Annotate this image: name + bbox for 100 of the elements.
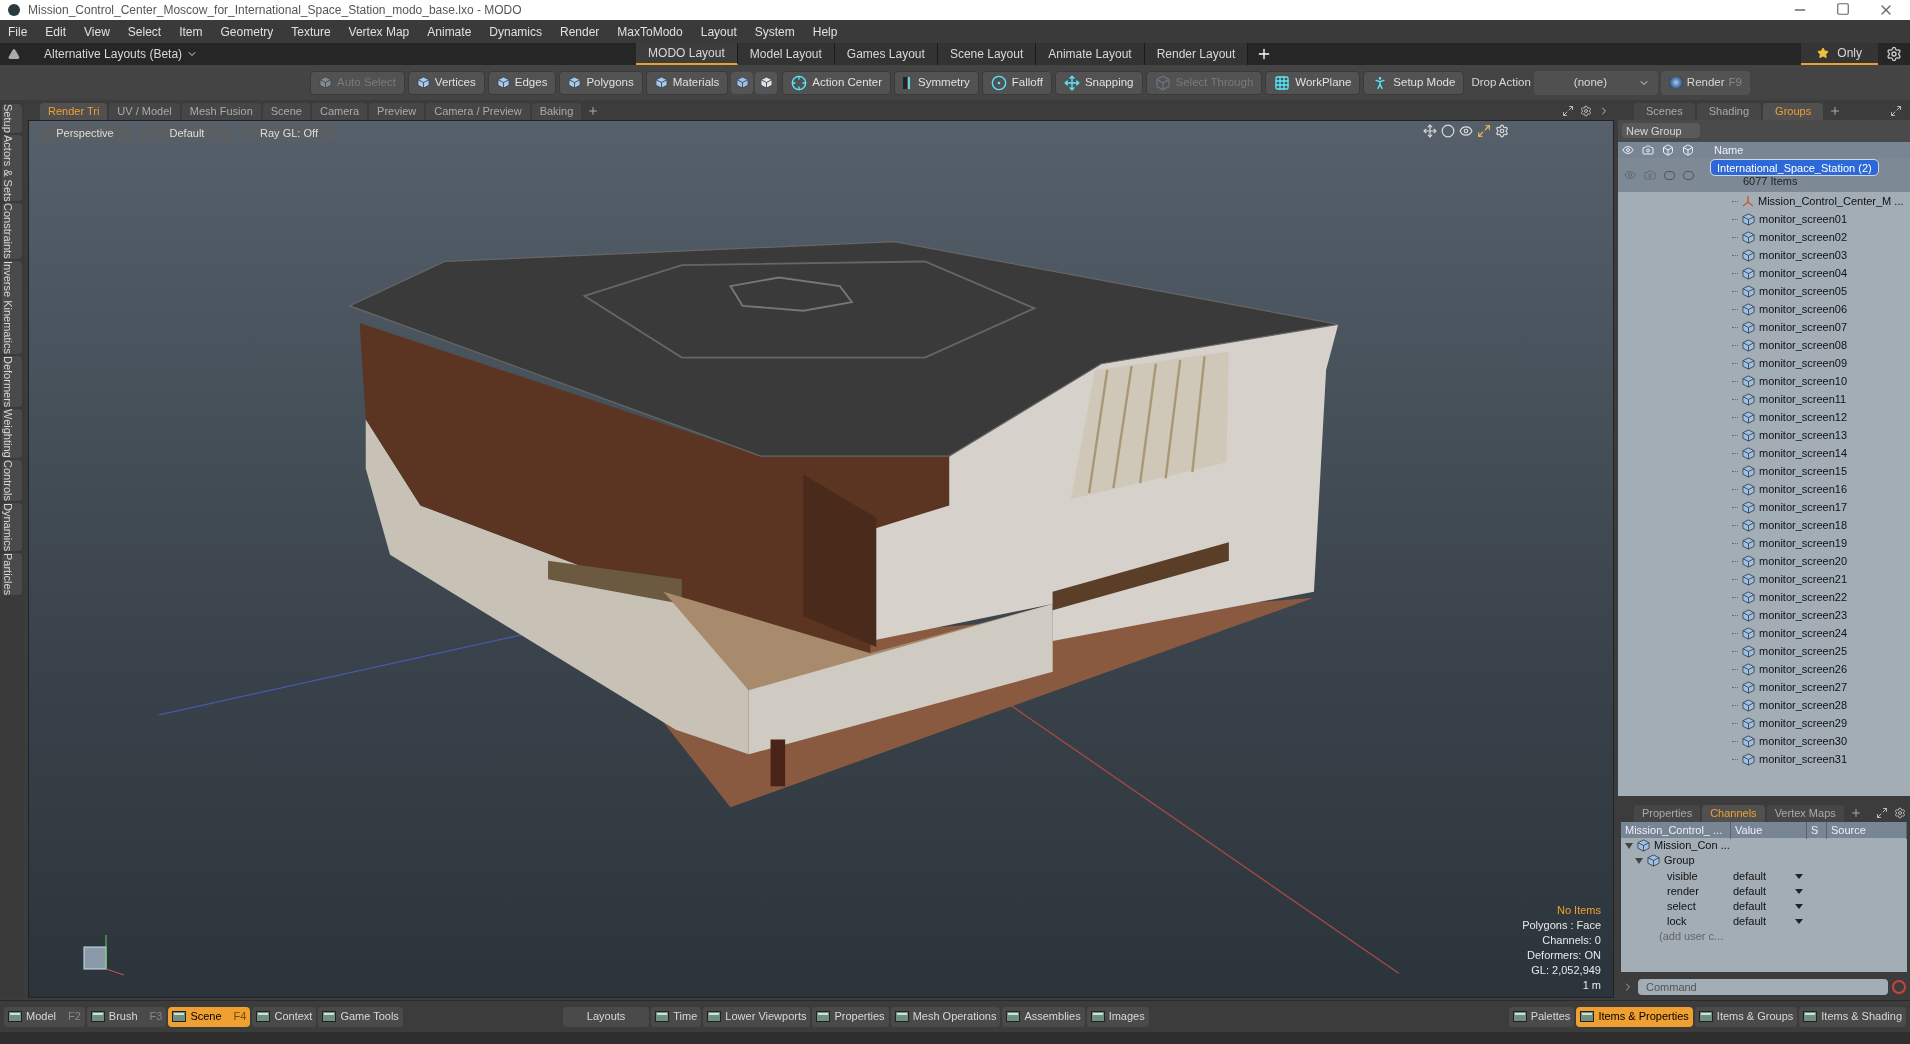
mode-button[interactable]: Model F2 xyxy=(4,1006,85,1027)
menu-item[interactable]: System xyxy=(754,22,795,41)
cube-icon[interactable] xyxy=(1682,144,1694,156)
mode-button[interactable]: Scene F4 xyxy=(168,1006,251,1027)
viewport-tab[interactable]: Camera / Preview xyxy=(426,103,530,120)
maximize-icon[interactable] xyxy=(1836,2,1850,16)
snap-toggle-icon[interactable] xyxy=(731,71,754,94)
viewport-tab[interactable]: Preview xyxy=(369,103,425,120)
list-item[interactable]: monitor_screen27 xyxy=(1618,678,1910,696)
viewport-tab[interactable]: Camera xyxy=(311,103,368,120)
list-item[interactable]: monitor_screen21 xyxy=(1618,570,1910,588)
list-item[interactable]: monitor_screen18 xyxy=(1618,516,1910,534)
group-row[interactable]: International_Space_Station (2) 6077 Items xyxy=(1618,158,1910,192)
tool-button[interactable]: Falloff xyxy=(981,70,1052,95)
list-item[interactable]: monitor_screen03 xyxy=(1618,246,1910,264)
side-tab[interactable]: Deformers xyxy=(2,355,22,408)
menu-item[interactable]: Texture xyxy=(291,22,331,41)
list-item[interactable]: monitor_screen07 xyxy=(1618,318,1910,336)
panel-tab[interactable]: Groups xyxy=(1763,103,1824,120)
panel-button[interactable]: Time xyxy=(651,1006,702,1027)
settings-icon[interactable] xyxy=(1580,105,1592,117)
viewport-tab[interactable]: Mesh Fusion xyxy=(181,103,261,120)
menu-item[interactable]: Help xyxy=(812,22,838,41)
list-item[interactable]: monitor_screen24 xyxy=(1618,624,1910,642)
expand-triangle-icon[interactable] xyxy=(1625,841,1633,850)
panel-button[interactable]: Assemblies xyxy=(1002,1006,1085,1027)
tool-button[interactable]: WorkPlane xyxy=(1265,70,1361,95)
menu-item[interactable]: MaxToModo xyxy=(617,22,683,41)
list-item[interactable]: monitor_screen17 xyxy=(1618,498,1910,516)
add-tab-icon[interactable] xyxy=(1829,105,1842,117)
list-item[interactable]: Mission_Control_Center_M ... xyxy=(1618,192,1910,210)
viewport-option-button[interactable]: Perspective xyxy=(37,125,133,141)
fit-icon[interactable] xyxy=(1477,124,1491,138)
layout-button[interactable]: Items & Shading xyxy=(1799,1006,1906,1027)
list-item[interactable]: monitor_screen09 xyxy=(1618,354,1910,372)
command-field[interactable]: Command xyxy=(1638,979,1888,995)
layout-tab[interactable]: Scene Layout xyxy=(937,43,1037,65)
toggle-box[interactable] xyxy=(1683,170,1694,180)
viewport-option-button[interactable]: Default xyxy=(139,125,235,141)
mode-button[interactable]: Game Tools xyxy=(318,1006,403,1027)
panel-button[interactable]: Images xyxy=(1086,1006,1149,1027)
viewport[interactable]: Perspective Default Ray GL: Off No Items Polygons : Face Channels: 0 Deformers: ON GL: 2,052,949 1 m xyxy=(28,120,1614,998)
viewport-option-button[interactable]: Ray GL: Off xyxy=(241,125,337,141)
list-item[interactable]: monitor_screen25 xyxy=(1618,642,1910,660)
channel-value-dropdown[interactable]: default xyxy=(1731,913,1807,930)
add-tab-icon[interactable] xyxy=(587,105,600,117)
toggle-box[interactable] xyxy=(1664,170,1675,180)
menu-item[interactable]: Geometry xyxy=(220,22,274,41)
layout-tab[interactable]: Model Layout xyxy=(737,43,835,65)
list-item[interactable]: monitor_screen23 xyxy=(1618,606,1910,624)
layout-button[interactable]: Palettes xyxy=(1508,1006,1575,1027)
list-item[interactable]: monitor_screen04 xyxy=(1618,264,1910,282)
viewport-tab[interactable]: UV / Model xyxy=(109,103,180,120)
side-tab[interactable]: Controls xyxy=(2,460,22,501)
list-item[interactable]: monitor_screen28 xyxy=(1618,696,1910,714)
maximize-icon[interactable] xyxy=(1876,807,1888,819)
list-item[interactable]: monitor_screen15 xyxy=(1618,462,1910,480)
collapse-icon[interactable] xyxy=(8,48,20,60)
menu-item[interactable]: Render xyxy=(560,22,600,41)
channel-value-dropdown[interactable]: default xyxy=(1731,898,1807,915)
tool-button[interactable]: Vertices xyxy=(407,70,485,95)
list-item[interactable]: monitor_screen20 xyxy=(1618,552,1910,570)
panel-tab[interactable]: Vertex Maps xyxy=(1766,805,1844,822)
list-item[interactable]: monitor_screen29 xyxy=(1618,714,1910,732)
settings-icon[interactable] xyxy=(1894,807,1906,819)
list-item[interactable]: monitor_screen19 xyxy=(1618,534,1910,552)
tool-button[interactable]: Polygons xyxy=(559,70,643,95)
maximize-icon[interactable] xyxy=(1890,105,1902,117)
side-tab[interactable]: Constraints xyxy=(2,203,22,260)
panel-button[interactable]: Layouts xyxy=(562,1006,650,1027)
menu-item[interactable]: Select xyxy=(127,22,162,41)
side-tab[interactable]: Inverse Kinematics xyxy=(2,261,22,354)
list-item[interactable]: monitor_screen12 xyxy=(1618,408,1910,426)
tool-button[interactable]: Symmetry xyxy=(894,70,979,95)
list-item[interactable]: monitor_screen14 xyxy=(1618,444,1910,462)
panel-tab[interactable]: Shading xyxy=(1696,103,1762,120)
layout-button[interactable]: Items & Groups xyxy=(1694,1006,1798,1027)
menu-item[interactable]: Layout xyxy=(700,22,737,41)
side-tab[interactable]: Particles xyxy=(2,553,22,596)
mode-button[interactable]: Brush F3 xyxy=(86,1006,167,1027)
panel-button[interactable]: Mesh Operations xyxy=(890,1006,1001,1027)
new-group-button[interactable]: New Group xyxy=(1622,123,1700,138)
list-item[interactable]: monitor_screen02 xyxy=(1618,228,1910,246)
channel-value-dropdown[interactable]: default xyxy=(1731,868,1807,885)
list-item[interactable]: monitor_screen08 xyxy=(1618,336,1910,354)
group-name-field[interactable]: International_Space_Station (2) xyxy=(1711,160,1878,175)
list-item[interactable]: monitor_screen11 xyxy=(1618,390,1910,408)
list-item[interactable]: monitor_screen10 xyxy=(1618,372,1910,390)
cube-icon[interactable] xyxy=(1662,144,1674,156)
maximize-icon[interactable] xyxy=(1562,105,1574,117)
list-item[interactable]: monitor_screen26 xyxy=(1618,660,1910,678)
side-tab[interactable]: Setup xyxy=(2,104,22,133)
list-item[interactable]: monitor_screen22 xyxy=(1618,588,1910,606)
tree-row[interactable]: Mission_Con ... xyxy=(1621,838,1907,853)
panel-tab[interactable]: Scenes xyxy=(1634,103,1695,120)
viewport-tab[interactable]: Baking xyxy=(531,103,582,120)
list-item[interactable]: monitor_screen30 xyxy=(1618,732,1910,750)
list-item[interactable]: monitor_screen16 xyxy=(1618,480,1910,498)
only-button[interactable]: Only xyxy=(1801,43,1878,65)
settings-icon[interactable] xyxy=(1886,46,1902,62)
